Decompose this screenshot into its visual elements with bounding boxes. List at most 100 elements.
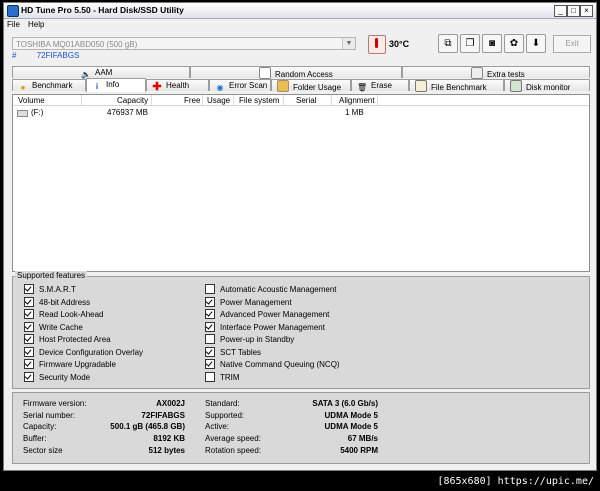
info-value: 500.1 gB (465.8 GB) [110,422,185,432]
left-checkbox-0[interactable]: S.M.A.R.T [24,284,76,294]
watermark: [865x680] https://upic.me/ [437,476,594,487]
tab-health-label: Health [166,81,190,90]
tab-aam[interactable]: 🔈 AAM [12,66,190,79]
col-alignment[interactable]: Alignment [339,96,375,105]
checkbox-box[interactable] [24,284,34,294]
feature-label: Read Look-Ahead [39,310,104,319]
right-checkbox-0[interactable]: Automatic Acoustic Management [205,284,337,294]
minimize-button[interactable]: _ [554,5,567,17]
checkbox-box[interactable] [24,346,34,357]
col-usage[interactable]: Usage [207,96,230,105]
checkbox-box[interactable] [205,359,215,369]
col-serial[interactable]: Serial [296,96,316,105]
tab-extra-tests[interactable]: Extra tests [402,66,590,79]
tab-extra-tests-label: Extra tests [487,70,525,79]
tab-error-scan[interactable]: ◉ Error Scan [209,79,271,92]
info-label: Average speed: [205,434,261,444]
drive-info-group [12,392,590,464]
tab-folder-usage-label: Folder Usage [293,83,342,92]
close-button[interactable]: × [580,5,593,17]
left-checkbox-3[interactable]: Write Cache [24,321,83,332]
volume-row[interactable]: (F:) 476937 MB 1 MB [13,107,589,117]
checkbox-box[interactable] [205,284,215,294]
screenshot-camera-icon[interactable]: ◙ [482,34,502,53]
tab-error-scan-label: Error Scan [229,81,268,90]
app-icon [7,5,19,17]
tab-row-bottom: ● Benchmark i Info ✚ Health ◉ Error Scan Fol… [12,78,590,93]
drive-serial-row: # 72FIFABGS [12,51,79,60]
checkbox-box[interactable] [205,296,215,307]
checkbox-box[interactable] [24,359,34,369]
info-value: 72FIFABGS [141,410,185,420]
save-download-icon[interactable]: ⬇ [526,34,546,53]
info-value: 67 MB/s [347,434,378,444]
right-checkbox-7[interactable]: TRIM [205,371,240,382]
tab-disk-monitor[interactable]: Disk monitor [504,79,590,92]
left-checkbox-1[interactable]: 48-bit Address [24,296,90,307]
left-checkbox-5[interactable]: Device Configuration Overlay [24,346,143,357]
options-icon[interactable]: ✿ [504,34,524,53]
checkbox-box[interactable] [205,371,215,382]
tab-info[interactable]: i Info [86,78,146,92]
drive-marker: # [12,51,17,60]
exit-button[interactable]: Exit [553,35,591,53]
col-file-system[interactable]: File system [239,96,279,105]
right-checkbox-1[interactable]: Power Management [205,296,292,307]
checkbox-box[interactable] [24,296,34,307]
disk-monitor-icon [510,80,522,92]
checkbox-box[interactable] [24,334,34,344]
volume-name: (F:) [31,108,44,117]
checkbox-box[interactable] [24,321,34,332]
right-checkbox-4[interactable]: Power-up in Standby [205,334,294,344]
tab-erase[interactable]: 🗑 Erase [351,79,409,92]
thermometer-icon [368,35,386,54]
tab-folder-usage[interactable]: Folder Usage [271,79,351,92]
col-volume[interactable]: Volume [18,96,45,105]
volume-list[interactable]: Volume Capacity Free Usage File system S… [12,94,590,272]
tab-file-benchmark-label: File Benchmark [431,83,487,92]
checkbox-box[interactable] [24,309,34,319]
folder-icon [277,80,289,92]
chevron-down-icon[interactable]: ▼ [342,38,355,49]
info-label: Buffer: [23,434,47,444]
random-access-icon [259,67,271,79]
left-checkbox-7[interactable]: Security Mode [24,371,90,382]
copy-all-icon[interactable]: ❐ [460,34,480,53]
right-checkbox-5[interactable]: SCT Tables [205,346,261,357]
feature-label: Advanced Power Management [220,310,330,319]
tab-benchmark[interactable]: ● Benchmark [12,79,86,92]
tab-file-benchmark[interactable]: File Benchmark [409,79,504,92]
left-checkbox-4[interactable]: Host Protected Area [24,334,111,344]
tab-info-label: Info [106,80,120,89]
right-checkbox-2[interactable]: Advanced Power Management [205,309,329,319]
feature-label: Interface Power Management [220,322,325,332]
info-value: 8192 KB [153,434,185,444]
maximize-button[interactable]: □ [567,5,580,17]
info-label: Standard: [205,399,240,408]
checkbox-box[interactable] [205,309,215,319]
info-label: Active: [205,422,230,432]
left-checkbox-6[interactable]: Firmware Upgradable [24,359,116,369]
info-label: Firmware version: [23,399,87,408]
menu-help[interactable]: Help [28,20,44,29]
right-checkbox-6[interactable]: Native Command Queuing (NCQ) [205,359,340,369]
left-checkbox-2[interactable]: Read Look-Ahead [24,309,104,319]
menu-file[interactable]: File [7,20,20,29]
col-capacity[interactable]: Capacity [117,96,148,105]
main-window: HD Tune Pro 5.50 - Hard Disk/SSD Utility… [3,2,597,471]
copy-info-icon[interactable]: ⧉ [438,34,458,53]
supported-features-legend: Supported features [15,271,88,280]
checkbox-box[interactable] [205,346,215,357]
checkbox-box[interactable] [24,371,34,382]
checkbox-box[interactable] [205,334,215,344]
info-label: Sector size [23,445,63,455]
right-checkbox-3[interactable]: Interface Power Management [205,321,325,332]
feature-label: Power Management [220,297,292,307]
tab-random-access[interactable]: Random Access [190,66,402,79]
drive-select[interactable]: TOSHIBA MQ01ABD050 (500 gB) ▼ [12,37,356,50]
checkbox-box[interactable] [205,321,215,332]
tab-health[interactable]: ✚ Health [146,79,209,93]
feature-label: Host Protected Area [39,335,111,344]
col-free[interactable]: Free [184,96,200,105]
tab-disk-monitor-label: Disk monitor [526,83,571,92]
